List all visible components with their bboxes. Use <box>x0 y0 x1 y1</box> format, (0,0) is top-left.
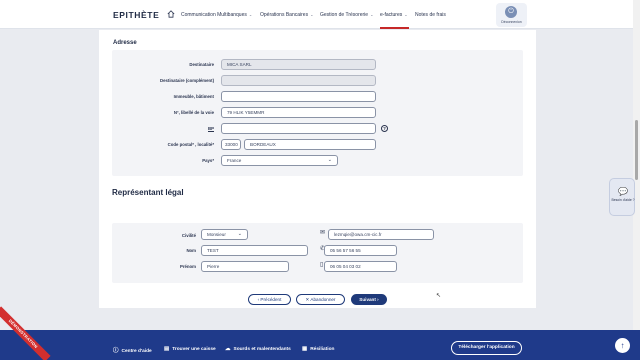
representant-panel <box>112 223 523 283</box>
chevron-down-icon: ⌄ <box>327 157 332 163</box>
footer-link-resiliation[interactable]: ▦ Résiliation <box>302 346 334 352</box>
representant-section-title: Représentant légal <box>112 188 184 197</box>
label-bp: BP <box>208 126 214 131</box>
footer-link-deaf[interactable]: ☁ Sourds et malentendants <box>225 346 291 352</box>
telephone-field[interactable]: 05 56 57 56 55 <box>324 245 397 256</box>
power-icon: ⏻ <box>505 6 517 18</box>
code-postal-field[interactable]: 33000 <box>221 139 241 150</box>
arrow-up-icon[interactable]: ↑ <box>615 338 630 353</box>
chevron-down-icon: ⌄ <box>370 12 374 17</box>
help-tab[interactable]: 💬 Besoin d'aide ? <box>609 178 635 216</box>
localite-field[interactable]: BORDEAUX <box>244 139 376 150</box>
logout-button[interactable]: ⏻ Déconnexion <box>496 3 527 27</box>
chevron-left-icon: ‹ <box>257 297 260 302</box>
footer-link-find-branch[interactable]: ▤ Trouver une caisse <box>164 346 216 352</box>
nav-communication[interactable]: Communication Multibanques ⌄ <box>181 12 252 18</box>
top-navbar: EPITHÈTE Communication Multibanques ⌄ Opé… <box>0 0 640 29</box>
home-icon[interactable] <box>167 10 175 18</box>
info-icon: ⓘ <box>113 348 119 354</box>
footer-link-help-center[interactable]: ⓘ Centre d'aide <box>113 346 152 354</box>
immeuble-field[interactable] <box>221 91 376 102</box>
next-button[interactable]: Suivant › <box>351 294 387 305</box>
label-nom: Nom <box>186 248 196 253</box>
previous-button[interactable]: ‹ Précédent <box>248 294 291 305</box>
page-scrollbar[interactable] <box>633 0 640 330</box>
active-nav-indicator <box>380 27 409 29</box>
nav-tresorerie[interactable]: Gestion de Trésorerie ⌄ <box>320 12 373 18</box>
chevron-down-icon: ⌄ <box>248 12 253 17</box>
download-app-button[interactable]: Télécharger l'application <box>451 341 522 355</box>
close-icon: ✕ <box>305 297 310 302</box>
chat-bubble-icon: ☁ <box>225 346 231 352</box>
chevron-down-icon: ⌄ <box>237 231 242 237</box>
nom-field[interactable]: TEST <box>201 245 308 256</box>
help-icon[interactable]: ? <box>381 125 388 132</box>
chat-icon: 💬 <box>618 187 628 196</box>
nav-notes-de-frais[interactable]: Notes de frais <box>415 12 446 18</box>
label-destinataire-complement: Destinataire (complément) <box>160 78 214 83</box>
voie-field[interactable]: 79 HLIK Y5EMMR <box>221 107 376 118</box>
branch-icon: ▤ <box>164 346 170 352</box>
label-prenom: Prénom <box>180 264 196 269</box>
scrollbar-thumb[interactable] <box>635 120 638 180</box>
footer: ⓘ Centre d'aide ▤ Trouver une caisse ☁ Sour… <box>0 330 640 360</box>
document-icon: ▦ <box>302 346 308 352</box>
destinataire-complement-field[interactable] <box>221 75 376 86</box>
civilite-select[interactable]: Monsieur ⌄ <box>201 229 248 240</box>
nav-operations[interactable]: Opérations Bancaires ⌄ <box>260 12 313 18</box>
destinataire-field[interactable]: MICA SARL <box>221 59 376 70</box>
nav-efactures[interactable]: e-factures ⌄ <box>380 12 408 18</box>
chevron-right-icon: › <box>377 297 379 302</box>
prenom-field[interactable]: Pierre <box>201 261 289 272</box>
mobile-field[interactable]: 06 05 04 03 02 <box>324 261 397 272</box>
envelope-icon: ✉ <box>320 230 326 236</box>
brand-logo[interactable]: EPITHÈTE <box>113 10 159 20</box>
bp-field[interactable] <box>221 123 376 134</box>
chevron-down-icon: ⌄ <box>310 12 314 17</box>
pays-select[interactable]: France ⌄ <box>221 155 338 166</box>
abandon-button[interactable]: ✕ Abandonner <box>296 294 345 305</box>
label-civilite: Civilité <box>181 233 196 238</box>
address-section-title: Adresse <box>113 40 137 46</box>
label-immeuble: Immeuble, bâtiment <box>173 94 214 99</box>
mouse-cursor-icon: ↖ <box>436 293 442 299</box>
chevron-down-icon: ⌄ <box>404 12 408 17</box>
label-code-postal: Code postal* , localité* <box>167 142 214 147</box>
mobile-icon: ▯ <box>320 262 324 268</box>
label-voie: N°, libellé de la voie <box>173 110 214 115</box>
email-field[interactable]: lezmqie@owa.cm-cic.fr <box>328 229 434 240</box>
label-pays: Pays* <box>202 158 214 163</box>
label-destinataire: Destinataire <box>189 62 214 67</box>
